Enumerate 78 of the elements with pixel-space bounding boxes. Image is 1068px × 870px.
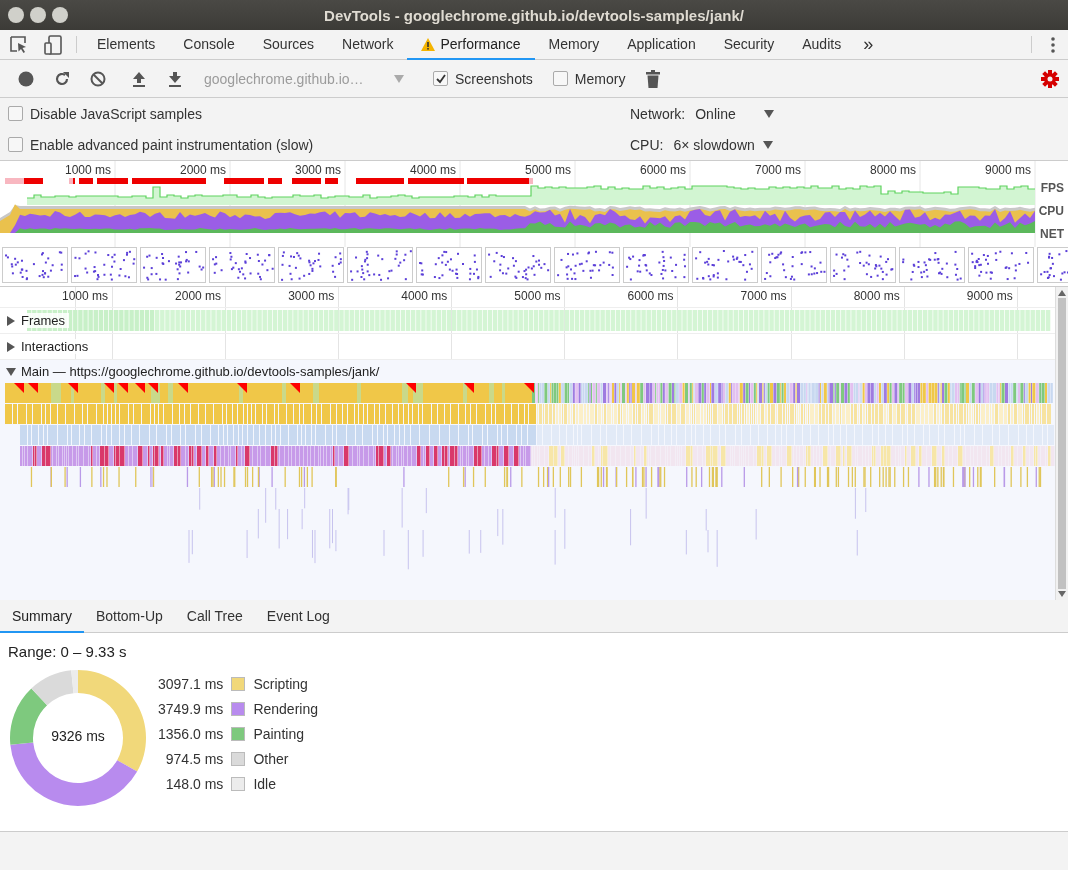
expand-arrow-icon[interactable]	[6, 341, 16, 352]
time-tick: 5000 ms	[524, 163, 572, 177]
caret-icon	[763, 109, 774, 118]
window-title: DevTools - googlechrome.github.io/devtools-samples/jank/	[323, 6, 745, 24]
scrollbar[interactable]	[1055, 287, 1068, 600]
time-tick: 7000 ms	[740, 289, 788, 303]
checkmark-icon	[435, 73, 446, 84]
caret-icon	[762, 140, 773, 149]
setting-label: Network:	[630, 105, 686, 122]
menu-icon[interactable]	[1051, 36, 1055, 53]
inspect-icon[interactable]	[9, 34, 29, 55]
legend-value: 148.0 ms	[164, 776, 224, 792]
time-tick: 7000 ms	[754, 163, 802, 177]
lane-label: NET	[1038, 227, 1066, 241]
record-icon[interactable]	[18, 70, 34, 87]
collapse-arrow-icon[interactable]	[6, 366, 16, 377]
time-tick: 2000 ms	[179, 163, 227, 177]
time-tick: 9000 ms	[966, 289, 1014, 303]
tab[interactable]: Event Log	[254, 600, 342, 633]
select-field[interactable]: Online	[695, 105, 774, 122]
range-label: Range: 0 – 9.33 s	[8, 643, 128, 660]
maximize-button[interactable]	[52, 7, 68, 23]
legend-value: 3097.1 ms	[158, 676, 224, 692]
device-icon[interactable]	[43, 34, 63, 55]
time-tick: 3000 ms	[294, 163, 342, 177]
clear-icon[interactable]	[90, 70, 106, 87]
time-tick: 4000 ms	[401, 289, 449, 303]
time-tick: 8000 ms	[869, 163, 917, 177]
upload-icon[interactable]	[132, 70, 146, 87]
legend-value: 974.5 ms	[164, 751, 224, 767]
setting-label: CPU:	[630, 136, 664, 153]
select-field[interactable]: 6× slowdown	[673, 136, 773, 153]
time-tick: 2000 ms	[175, 289, 223, 303]
tab[interactable]: Audits	[788, 30, 856, 60]
tab[interactable]: Console	[169, 30, 249, 60]
reload-icon[interactable]	[54, 70, 70, 87]
tab[interactable]: Bottom-Up	[83, 600, 175, 633]
time-tick: 1000 ms	[61, 289, 109, 303]
time-tick: 6000 ms	[639, 163, 687, 177]
trash-icon[interactable]	[646, 69, 661, 88]
legend-label: Idle	[253, 776, 277, 792]
tab[interactable]: Memory	[534, 30, 614, 60]
legend-label: Scripting	[253, 676, 309, 692]
checkbox[interactable]: Screenshots	[423, 70, 543, 87]
tab[interactable]: Elements	[83, 30, 170, 60]
time-tick: 3000 ms	[288, 289, 336, 303]
legend-label: Other	[253, 751, 290, 767]
tab[interactable]: Application	[613, 30, 710, 60]
lane-label: CPU	[1036, 204, 1066, 218]
checkbox[interactable]: Memory	[542, 70, 636, 87]
more-tabs-button[interactable]: »	[855, 30, 882, 59]
download-icon[interactable]	[168, 70, 182, 87]
time-tick: 6000 ms	[627, 289, 675, 303]
scroll-down-icon[interactable]	[1058, 591, 1066, 597]
tab[interactable]: Network	[328, 30, 408, 60]
lane-label: FPS	[1038, 181, 1066, 195]
time-tick: 8000 ms	[853, 289, 901, 303]
expand-arrow-icon[interactable]	[6, 315, 16, 326]
minimize-button[interactable]	[30, 7, 46, 23]
checkbox[interactable]: Enable advanced paint instrumentation (slow)	[0, 136, 622, 153]
legend-value: 3749.9 ms	[158, 701, 224, 717]
tab[interactable]: Call Tree	[174, 600, 255, 633]
caret-icon	[394, 74, 404, 83]
legend-label: Painting	[253, 726, 305, 742]
tab[interactable]: Sources	[248, 30, 329, 60]
checkbox[interactable]: Disable JavaScript samples	[0, 105, 622, 122]
tab[interactable]: Performance	[407, 30, 535, 60]
time-tick: 5000 ms	[514, 289, 562, 303]
time-tick: 4000 ms	[409, 163, 457, 177]
legend-label: Rendering	[253, 701, 318, 717]
settings-icon[interactable]	[1041, 69, 1059, 88]
legend-value: 1356.0 ms	[158, 726, 224, 742]
time-tick: 1000 ms	[64, 163, 112, 177]
scroll-up-icon[interactable]	[1058, 290, 1066, 296]
total-time: 9326 ms	[50, 728, 106, 744]
tab[interactable]: Security	[709, 30, 789, 60]
close-button[interactable]	[8, 7, 24, 23]
time-tick: 9000 ms	[984, 163, 1032, 177]
